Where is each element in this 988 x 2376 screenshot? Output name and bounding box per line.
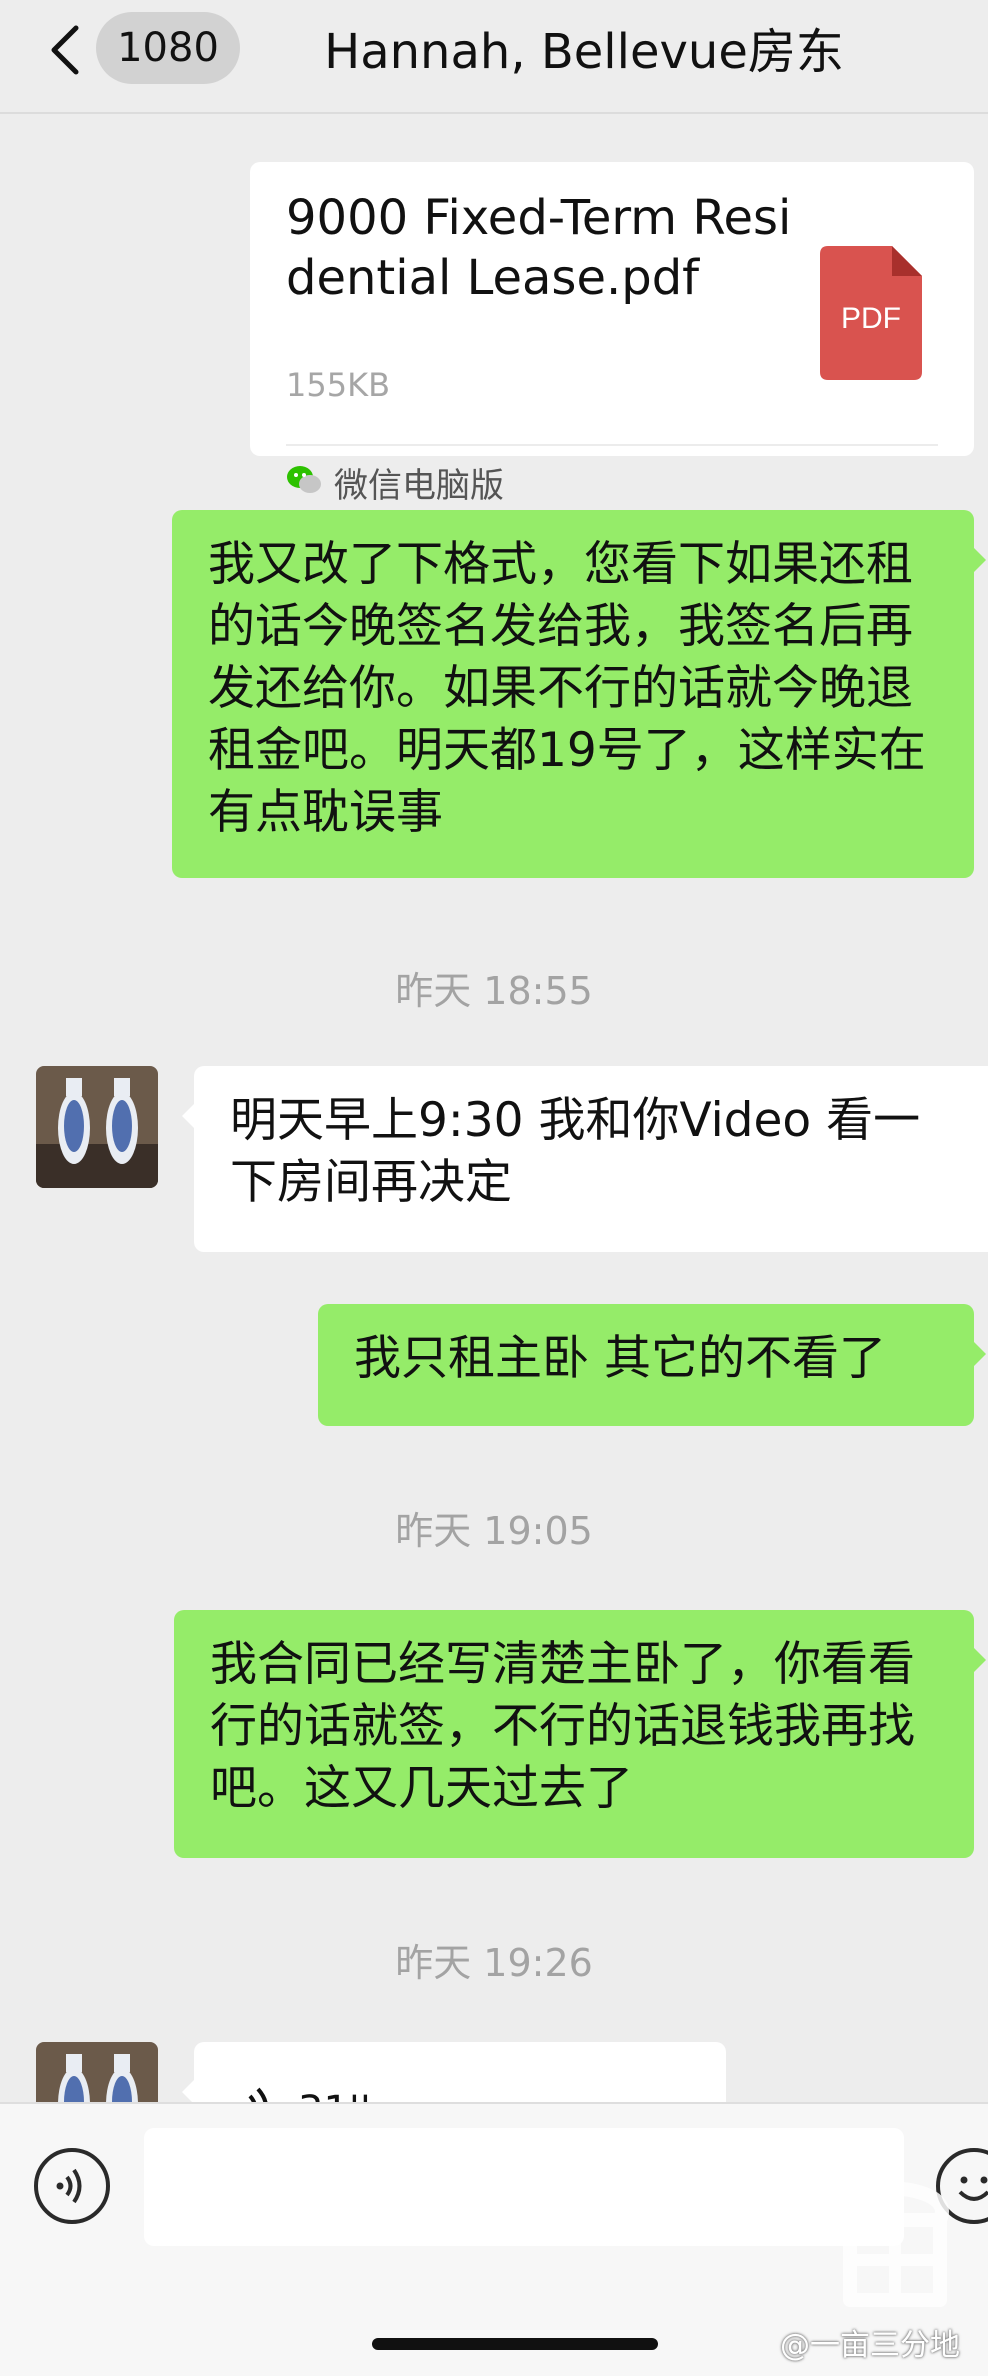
voice-mode-button[interactable] — [34, 2148, 110, 2224]
message-text: 我又改了下格式，您看下如果还租的话今晚签名发给我，我签名后再发还给你。如果不行的… — [208, 537, 926, 840]
chat-header: 1080 Hannah, Bellevue房东 — [0, 0, 988, 114]
file-message-card[interactable]: 9000 Fixed-Term Residential Lease.pdf 15… — [250, 162, 974, 506]
landlord-message-bubble[interactable]: 明天早上9:30 我和你Video 看一下房间再决定 — [182, 1066, 988, 1252]
file-source-label: 微信电脑版 — [334, 466, 504, 506]
chevron-left-icon[interactable] — [46, 22, 86, 78]
vase-photo-icon — [36, 1066, 158, 1188]
watermark-logo-icon — [803, 2180, 949, 2307]
voice-wave-icon — [248, 2087, 268, 2102]
landlord-avatar[interactable] — [36, 2042, 158, 2102]
voice-message-bubble[interactable]: 31'' — [182, 2042, 726, 2102]
divider — [286, 444, 938, 446]
landlord-avatar[interactable] — [36, 1066, 158, 1188]
timestamp: 昨天 18:55 — [395, 969, 593, 1013]
home-indicator — [372, 2338, 658, 2350]
unread-count-badge[interactable]: 1080 — [96, 12, 240, 84]
my-message-bubble[interactable]: 我合同已经写清楚主卧了，你看看行的话就签，不行的话退钱我再找吧。这又几天过去了 — [174, 1610, 986, 1858]
voice-duration: 31'' — [298, 2080, 371, 2102]
pdf-file-icon: PDF — [820, 246, 922, 380]
timestamp: 昨天 19:05 — [395, 1509, 593, 1553]
message-text: 我合同已经写清楚主卧了，你看看行的话就签，不行的话退钱我再找吧。这又几天过去了 — [210, 1637, 915, 1816]
message-list[interactable]: 9000 Fixed-Term Residential Lease.pdf 15… — [0, 114, 988, 2102]
vase-photo-icon — [36, 2042, 158, 2102]
my-message-bubble[interactable]: 我只租主卧 其它的不看了 — [318, 1304, 986, 1426]
timestamp: 昨天 19:26 — [395, 1941, 593, 1985]
file-name: 9000 Fixed-Term Residential Lease.pdf — [286, 190, 792, 306]
my-message-bubble[interactable]: 我又改了下格式，您看下如果还租的话今晚签名发给我，我签名后再发还给你。如果不行的… — [172, 510, 986, 878]
watermark-text: @一亩三分地 — [780, 2328, 960, 2363]
voice-mode-icon — [56, 2168, 82, 2204]
chat-title: Hannah, Bellevue房东 — [324, 24, 844, 80]
file-size: 155KB — [286, 366, 391, 404]
message-text: 我只租主卧 其它的不看了 — [354, 1331, 886, 1386]
pdf-label: PDF — [841, 302, 901, 335]
message-text: 明天早上9:30 我和你Video 看一下房间再决定 — [230, 1093, 921, 1210]
wechat-icon — [287, 466, 321, 493]
